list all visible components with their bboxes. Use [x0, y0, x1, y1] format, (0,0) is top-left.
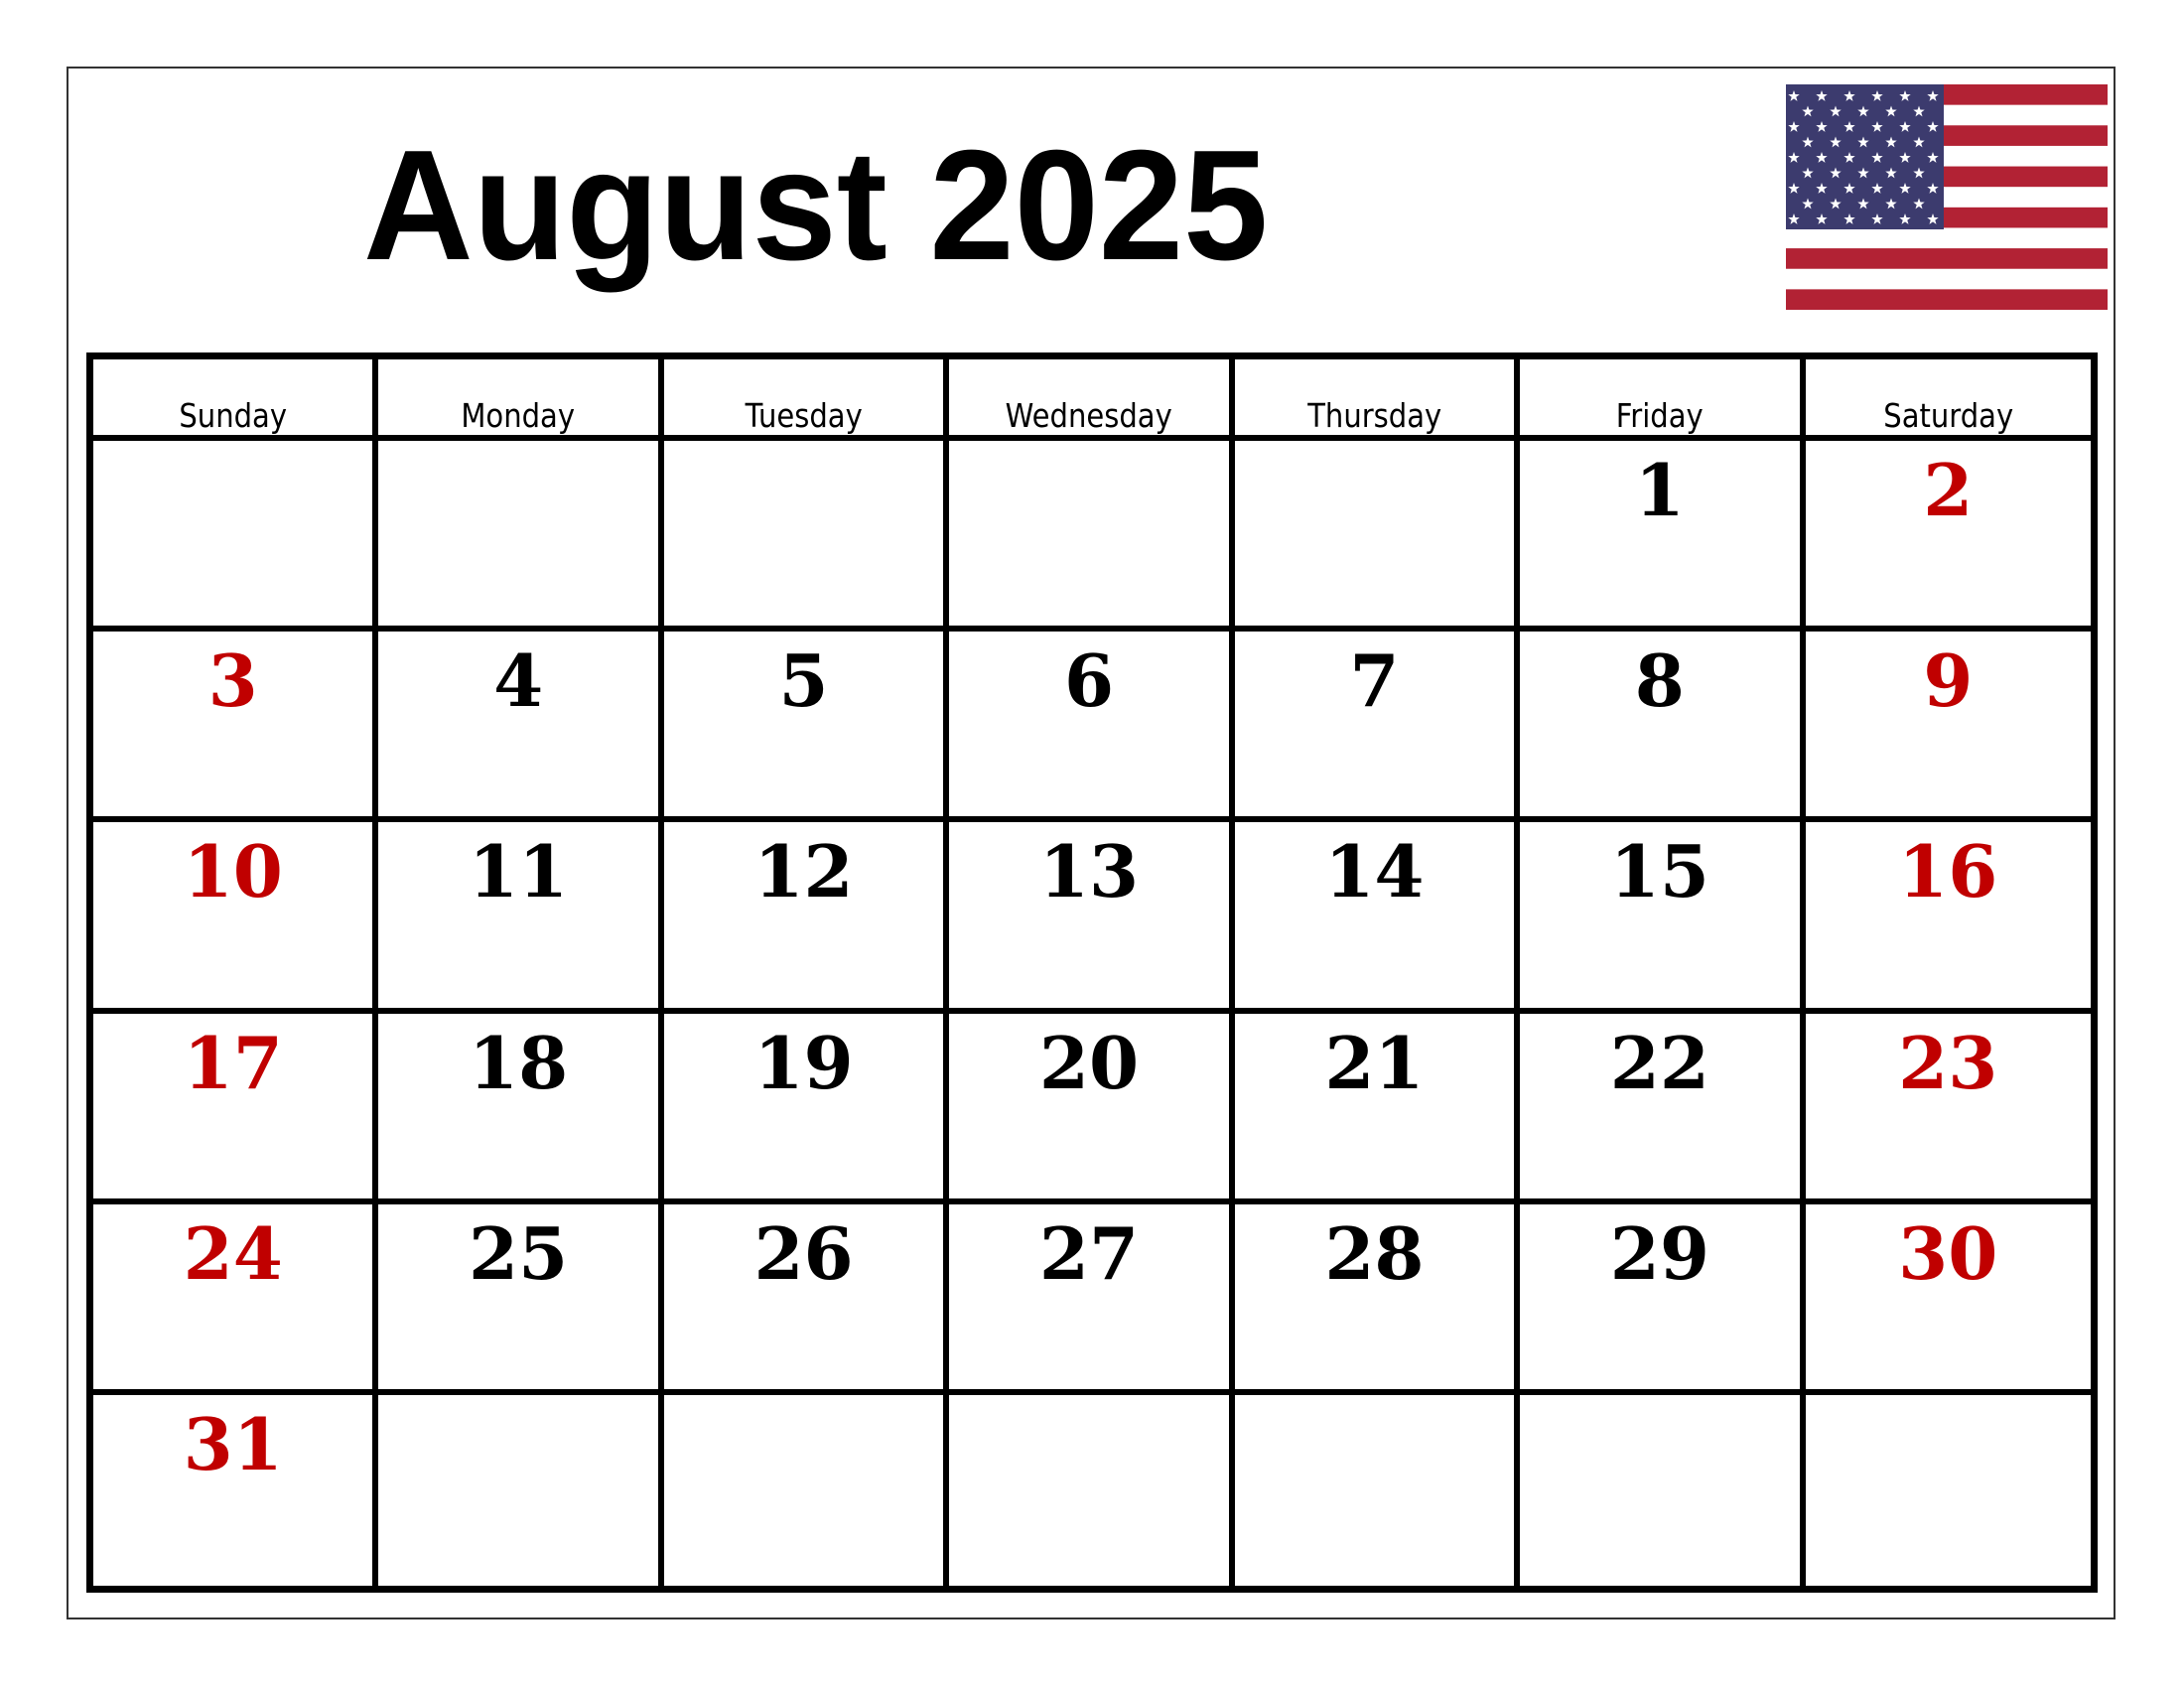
- day-number: 22: [1609, 1020, 1709, 1105]
- day-cell[interactable]: 12: [663, 822, 950, 1014]
- day-cell[interactable]: 14: [1234, 822, 1521, 1014]
- weekday-header-tuesday: Tuesday: [663, 359, 950, 441]
- day-cell[interactable]: 16: [1805, 822, 2091, 1014]
- weekend-day-number: 31: [183, 1401, 283, 1486]
- day-number: 18: [469, 1020, 569, 1105]
- empty-day-cell: [93, 441, 379, 633]
- day-cell[interactable]: 8: [1520, 632, 1806, 823]
- day-cell[interactable]: 21: [1234, 1013, 1521, 1204]
- day-number: 6: [1063, 638, 1115, 724]
- day-number: 29: [1609, 1210, 1709, 1296]
- day-cell[interactable]: 24: [93, 1203, 379, 1395]
- empty-day-cell: [949, 1394, 1235, 1586]
- day-number: 21: [1324, 1020, 1425, 1105]
- day-cell[interactable]: 31: [93, 1394, 379, 1586]
- weekday-header-monday: Monday: [378, 359, 664, 441]
- weekend-day-number: 24: [183, 1210, 283, 1296]
- empty-day-cell: [664, 1394, 950, 1586]
- day-cell[interactable]: 15: [1520, 822, 1806, 1014]
- day-cell[interactable]: 2: [1805, 441, 2091, 633]
- weekend-day-number: 23: [1898, 1020, 1998, 1105]
- weekday-header-sunday: Sunday: [93, 359, 379, 441]
- day-number: 28: [1324, 1210, 1425, 1296]
- day-number: 4: [493, 638, 544, 724]
- day-cell[interactable]: 11: [378, 822, 664, 1014]
- empty-day-cell: [1520, 1394, 1806, 1586]
- weekend-day-number: 3: [207, 638, 258, 724]
- day-number: 12: [753, 829, 854, 914]
- day-cell[interactable]: 20: [949, 1013, 1235, 1204]
- calendar-title: August 2025: [363, 118, 1269, 293]
- empty-day-cell: [1234, 441, 1521, 633]
- day-number: 20: [1038, 1020, 1140, 1105]
- weekend-day-number: 17: [183, 1020, 283, 1105]
- day-cell[interactable]: 26: [663, 1203, 950, 1395]
- day-number: 8: [1634, 638, 1685, 724]
- weekday-header-thursday: Thursday: [1234, 359, 1521, 441]
- day-number: 19: [753, 1020, 854, 1105]
- empty-day-cell: [1806, 1395, 2091, 1586]
- day-cell[interactable]: 27: [949, 1203, 1235, 1395]
- day-cell[interactable]: 22: [1520, 1013, 1806, 1204]
- day-cell[interactable]: 6: [949, 632, 1235, 823]
- weekday-label: Thursday: [1306, 396, 1441, 435]
- day-cell[interactable]: 25: [378, 1203, 664, 1395]
- day-number: 27: [1038, 1210, 1140, 1296]
- flag-white-stripe: [1786, 227, 2108, 249]
- weekday-label: Friday: [1615, 396, 1704, 435]
- day-number: 25: [469, 1210, 569, 1296]
- day-number: 14: [1324, 829, 1425, 914]
- day-number: 7: [1349, 638, 1400, 724]
- us-flag-icon: [1786, 84, 2108, 310]
- day-number: 15: [1609, 829, 1709, 914]
- empty-day-cell: [663, 441, 950, 633]
- empty-day-cell: [378, 1394, 664, 1586]
- day-cell[interactable]: 10: [93, 822, 379, 1014]
- weekday-label: Wednesday: [1005, 396, 1173, 435]
- day-cell[interactable]: 7: [1234, 632, 1521, 823]
- day-cell[interactable]: 4: [378, 632, 664, 823]
- weekday-header-saturday: Saturday: [1805, 359, 2091, 441]
- weekend-day-number: 10: [183, 829, 283, 914]
- weekday-label: Saturday: [1882, 396, 2013, 435]
- day-cell[interactable]: 5: [663, 632, 950, 823]
- flag-red-stripe: [1786, 289, 2108, 310]
- day-cell[interactable]: 30: [1805, 1204, 2091, 1395]
- day-number: 13: [1038, 829, 1140, 914]
- day-cell[interactable]: 17: [93, 1013, 379, 1204]
- day-cell[interactable]: 18: [378, 1013, 664, 1204]
- weekday-label: Monday: [461, 396, 576, 435]
- weekend-day-number: 16: [1898, 829, 1998, 914]
- day-number: 11: [469, 829, 569, 914]
- weekend-day-number: 2: [1923, 448, 1974, 532]
- weekday-header-wednesday: Wednesday: [949, 359, 1235, 441]
- weekend-day-number: 9: [1923, 638, 1974, 724]
- weekday-label: Sunday: [179, 396, 288, 435]
- flag-red-stripe: [1786, 248, 2108, 270]
- day-cell[interactable]: 19: [663, 1013, 950, 1204]
- day-number: 5: [778, 638, 829, 724]
- empty-day-cell: [949, 441, 1235, 633]
- weekend-day-number: 30: [1898, 1210, 1998, 1296]
- calendar-grid: Sunday Monday Tuesday Wednesday Thursday Frid…: [86, 352, 2098, 1593]
- day-number: 1: [1634, 448, 1685, 532]
- day-cell[interactable]: 28: [1234, 1203, 1521, 1395]
- weekday-label: Tuesday: [745, 396, 863, 435]
- empty-day-cell: [1235, 1394, 1521, 1586]
- empty-day-cell: [378, 441, 664, 633]
- day-cell[interactable]: 3: [93, 632, 379, 823]
- flag-white-stripe: [1786, 268, 2108, 290]
- weekday-header-friday: Friday: [1520, 359, 1806, 441]
- day-cell[interactable]: 29: [1520, 1203, 1806, 1395]
- day-number: 26: [753, 1210, 854, 1296]
- day-cell[interactable]: 1: [1520, 441, 1806, 633]
- day-cell[interactable]: 9: [1805, 632, 2091, 823]
- day-cell[interactable]: 23: [1805, 1014, 2091, 1204]
- day-cell[interactable]: 13: [949, 822, 1235, 1014]
